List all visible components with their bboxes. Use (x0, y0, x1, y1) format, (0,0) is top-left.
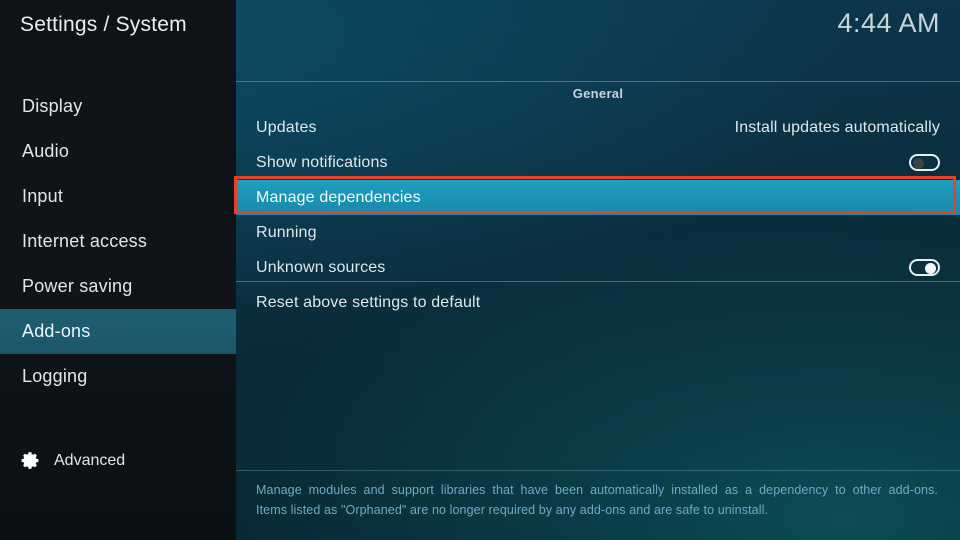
sidebar-menu: Display Audio Input Internet access Power sa… (0, 84, 236, 399)
toggle-switch[interactable] (909, 154, 940, 171)
sidebar-item-audio[interactable]: Audio (0, 129, 236, 174)
settings-row-value: Install updates automatically (734, 118, 940, 136)
kodi-settings-window: Settings / System Display Audio Input Inter… (0, 0, 960, 540)
settings-rows: Updates Install updates automatically Show… (236, 110, 960, 320)
divider-top (236, 81, 960, 82)
sidebar-item-logging[interactable]: Logging (0, 354, 236, 399)
settings-main-panel: General Updates Install updates automatic… (236, 0, 960, 540)
settings-row-running[interactable]: Running (236, 215, 960, 250)
sidebar-item-display[interactable]: Display (0, 84, 236, 129)
settings-row-label: Show notifications (256, 153, 388, 171)
info-line-2: Items listed as "Orphaned" are no longer… (256, 503, 769, 517)
toggle-knob (925, 262, 936, 274)
gear-icon (20, 450, 41, 471)
divider-reset (236, 281, 960, 282)
info-panel: Manage modules and support libraries tha… (236, 470, 960, 540)
settings-row-label: Reset above settings to default (256, 293, 481, 311)
sidebar: Settings / System Display Audio Input Inter… (0, 0, 236, 540)
toggle-switch[interactable] (909, 259, 940, 276)
sidebar-item-label: Add-ons (22, 321, 91, 341)
settings-row-label: Running (256, 223, 317, 241)
settings-row-label: Unknown sources (256, 258, 386, 276)
settings-row-label: Manage dependencies (256, 188, 421, 206)
info-line-1: Manage modules and support libraries tha… (256, 483, 938, 497)
settings-row-reset-above-settings-to-default[interactable]: Reset above settings to default (236, 285, 960, 320)
sidebar-item-label: Display (22, 96, 83, 116)
sidebar-item-label: Logging (22, 366, 88, 386)
sidebar-item-power-saving[interactable]: Power saving (0, 264, 236, 309)
settings-row-show-notifications[interactable]: Show notifications (236, 145, 960, 180)
sidebar-item-label: Audio (22, 141, 70, 161)
settings-row-updates[interactable]: Updates Install updates automatically (236, 110, 960, 145)
sidebar-item-label: Power saving (22, 276, 133, 296)
settings-row-unknown-sources[interactable]: Unknown sources (236, 250, 960, 285)
sidebar-item-advanced[interactable]: Advanced (20, 450, 125, 471)
settings-group-label: General (572, 86, 624, 101)
sidebar-item-add-ons[interactable]: Add-ons (0, 309, 236, 354)
page-title: Settings / System (20, 13, 187, 36)
settings-row-label: Updates (256, 118, 317, 136)
sidebar-item-advanced-label: Advanced (54, 451, 126, 469)
sidebar-item-label: Input (22, 186, 64, 206)
toggle-knob (913, 157, 924, 169)
settings-row-manage-dependencies[interactable]: Manage dependencies (236, 180, 960, 215)
sidebar-item-input[interactable]: Input (0, 174, 236, 219)
sidebar-item-label: Internet access (22, 231, 148, 251)
sidebar-item-internet-access[interactable]: Internet access (0, 219, 236, 264)
